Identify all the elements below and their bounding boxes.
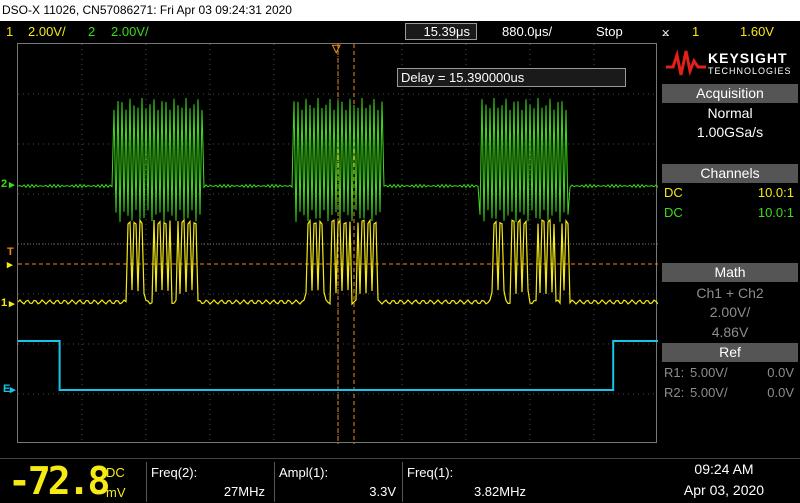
- brand-logo: KEYSIGHT TECHNOLOGIES: [660, 43, 800, 83]
- channels-header[interactable]: Channels: [662, 164, 798, 183]
- measurement-value: 27MHz: [223, 484, 265, 499]
- measurement-label: Ampl(1):: [279, 465, 329, 480]
- waveform-display[interactable]: Delay = 15.390000us: [17, 43, 658, 444]
- timebase-readout[interactable]: 880.0μs/: [502, 21, 552, 42]
- dvm-value: -72.8: [8, 459, 110, 503]
- acquisition-rate: 1.00GSa/s: [696, 124, 764, 140]
- measurement-bar: -72.8 DC mV Freq(2): 27MHz Ampl(1): 3.3V…: [0, 458, 800, 503]
- clock: 09:24 AM Apr 03, 2020: [654, 459, 794, 501]
- horizontal-position-readout[interactable]: 15.39μs: [405, 23, 477, 40]
- clock-time: 09:24 AM: [694, 461, 754, 477]
- trigger-arrow-icon: ▸: [7, 259, 13, 271]
- measurement-value: 3.82MHz: [473, 484, 526, 499]
- acquisition-header[interactable]: Acquisition: [662, 84, 798, 103]
- ch1-ground-arrow-icon: ▸: [9, 298, 15, 310]
- ref1-scale: 5.00V/: [690, 365, 728, 380]
- ch1-ground-marker[interactable]: 1: [1, 297, 7, 309]
- dvm-coupling: DC: [106, 465, 125, 480]
- ch1-probe: 10.0:1: [757, 185, 794, 200]
- ch1-coupling: DC: [664, 185, 683, 200]
- measurement-value: 3.3V: [369, 484, 396, 499]
- waveform-plot: [18, 44, 658, 444]
- ch1-scale[interactable]: 2.00V/: [28, 21, 66, 42]
- ch2-ground-marker[interactable]: 2: [1, 178, 7, 190]
- keysight-wave-icon: [666, 49, 706, 77]
- trigger-position-marker-icon: ▽: [332, 43, 341, 55]
- side-panel: KEYSIGHT TECHNOLOGIES Acquisition Normal…: [660, 43, 800, 443]
- ch2-ground-arrow-icon: ▸: [9, 179, 15, 191]
- brand-name: KEYSIGHT: [708, 50, 788, 66]
- measurement-label: Freq(2):: [151, 465, 198, 480]
- math-header[interactable]: Math: [662, 263, 798, 282]
- ref2-offset: 0.0V: [767, 385, 794, 400]
- trigger-source[interactable]: 1: [692, 21, 699, 42]
- clock-date: Apr 03, 2020: [683, 482, 765, 498]
- measurement-freq1[interactable]: Freq(1): 3.82MHz: [402, 462, 532, 502]
- ref2-name: R2:: [664, 385, 685, 400]
- run-state[interactable]: Stop: [596, 21, 623, 42]
- ext-arrow-icon: ▸: [10, 384, 16, 396]
- brand-sub: TECHNOLOGIES: [708, 66, 792, 76]
- measurement-label: Freq(1):: [407, 465, 454, 480]
- ref1-offset: 0.0V: [767, 365, 794, 380]
- ch1-number[interactable]: 1: [6, 21, 13, 42]
- ref1-name: R1:: [664, 365, 685, 380]
- ch2-coupling: DC: [664, 205, 683, 220]
- status-row: 1 2.00V/ 2 2.00V/ 15.39μs 880.0μs/ Stop …: [0, 21, 800, 42]
- ch2-number[interactable]: 2: [88, 21, 95, 42]
- dvm-readout[interactable]: -72.8 DC mV: [4, 459, 144, 503]
- measurement-freq2[interactable]: Freq(2): 27MHz: [146, 462, 271, 502]
- ch2-scale[interactable]: 2.00V/: [111, 21, 149, 42]
- trigger-level[interactable]: 1.60V: [740, 21, 774, 42]
- delay-readout: Delay = 15.390000us: [397, 68, 626, 87]
- math-scale: 2.00V/: [709, 304, 751, 320]
- window-title: DSO-X 11026, CN57086271: Fri Apr 03 09:2…: [0, 0, 800, 21]
- ch2-probe: 10.0:1: [757, 205, 794, 220]
- math-offset: 4.86V: [711, 324, 749, 340]
- ref-header[interactable]: Ref: [662, 343, 798, 362]
- measurement-ampl1[interactable]: Ampl(1): 3.3V: [274, 462, 402, 502]
- trigger-level-marker[interactable]: T: [7, 246, 14, 258]
- acquisition-mode: Normal: [707, 105, 753, 121]
- trigger-edge-icon[interactable]: ⨲: [662, 21, 669, 42]
- ref2-scale: 5.00V/: [690, 385, 728, 400]
- math-function: Ch1 + Ch2: [696, 285, 764, 301]
- dvm-unit: mV: [106, 485, 126, 500]
